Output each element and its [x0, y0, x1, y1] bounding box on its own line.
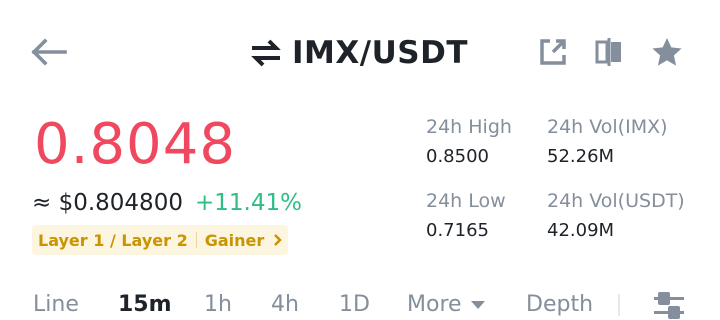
low-value: 0.7165: [426, 220, 489, 241]
star-icon[interactable]: [646, 31, 688, 73]
caret-down-icon: [470, 300, 486, 310]
tab-15m[interactable]: 15m: [118, 292, 172, 317]
vol-base-value: 52.26M: [547, 146, 615, 167]
tab-4h[interactable]: 4h: [271, 292, 299, 317]
price-change-percent: +11.41%: [194, 190, 302, 216]
tab-line[interactable]: Line: [33, 292, 79, 317]
tag-bar: Layer 1 / Layer 2 Gainer: [32, 225, 289, 255]
chart-interval-tabs: Line 15m 1h 4h 1D More Depth: [0, 288, 720, 317]
tab-divider: [618, 294, 620, 316]
vol-quote-label: 24h Vol(USDT): [547, 190, 685, 212]
tab-1d[interactable]: 1D: [339, 292, 370, 317]
tab-more[interactable]: More: [407, 292, 486, 317]
compare-icon[interactable]: [590, 33, 628, 71]
price-sub-row: ≈ $0.804800 +11.41%: [32, 190, 302, 216]
high-value: 0.8500: [426, 146, 489, 167]
pair-selector[interactable]: IMX/USDT: [250, 30, 468, 76]
tag-layer[interactable]: Layer 1 / Layer 2: [38, 231, 188, 250]
vol-quote-value: 42.09M: [547, 220, 615, 241]
back-arrow-icon[interactable]: [26, 34, 70, 70]
tab-depth[interactable]: Depth: [526, 292, 593, 317]
tag-divider: [195, 232, 197, 248]
tab-more-label: More: [407, 292, 462, 317]
low-label: 24h Low: [426, 190, 506, 212]
chevron-right-icon[interactable]: [272, 233, 283, 247]
tab-1h[interactable]: 1h: [204, 292, 232, 317]
fiat-price: ≈ $0.804800: [32, 190, 183, 216]
tag-gainer[interactable]: Gainer: [205, 231, 265, 250]
high-label: 24h High: [426, 116, 512, 138]
pair-title: IMX/USDT: [292, 35, 468, 71]
share-icon[interactable]: [534, 33, 572, 71]
swap-icon: [250, 38, 282, 68]
vol-base-label: 24h Vol(IMX): [547, 116, 668, 138]
last-price: 0.8048: [34, 112, 236, 177]
